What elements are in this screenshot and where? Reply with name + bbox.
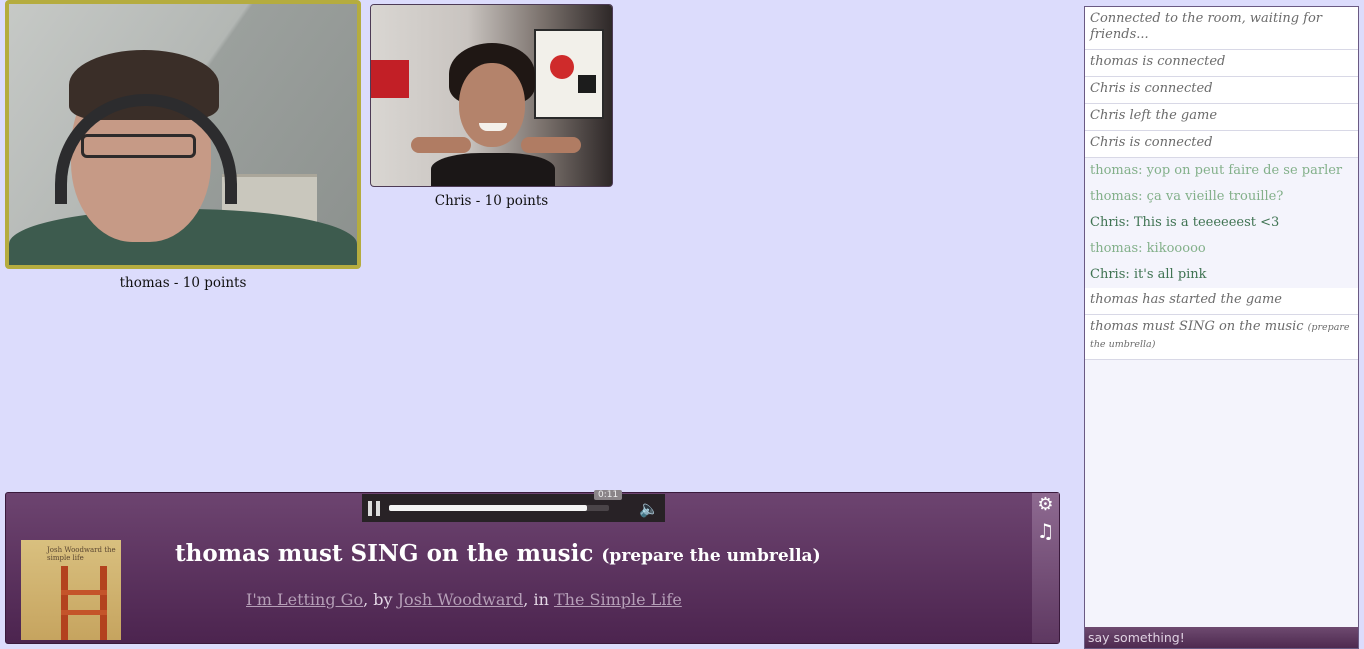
chat-message-text: thomas must SING on the music — [1090, 319, 1304, 334]
player-tile-chris: Chris - 10 points — [370, 4, 613, 209]
chat-message-text: Chris left the game — [1090, 108, 1218, 123]
album-link[interactable]: The Simple Life — [554, 590, 682, 609]
in-label: , in — [523, 590, 554, 609]
chat-message-text: Connected to the room, waiting for frien… — [1090, 11, 1323, 42]
gear-icon[interactable]: ⚙ — [1032, 494, 1059, 515]
artist-link[interactable]: Josh Woodward — [398, 590, 524, 609]
chat-input[interactable] — [1085, 627, 1358, 648]
challenge-title: thomas must SING on the music (prepare t… — [175, 540, 821, 567]
chat-panel: Connected to the room, waiting for frien… — [1084, 6, 1359, 649]
current-time: 0:11 — [594, 490, 623, 500]
album-cover: Josh Woodward the simple life — [21, 540, 121, 640]
chat-system-message: Connected to the room, waiting for frien… — [1085, 7, 1358, 50]
chat-message: thomas: yop on peut faire de se parler — [1085, 158, 1358, 184]
audio-player: 0:11 🔈 — [362, 490, 665, 522]
challenge-hint: (prepare the umbrella) — [601, 546, 821, 566]
chat-message-text: Chris is connected — [1090, 81, 1213, 96]
chat-message-text: thomas: ça va vieille trouille? — [1090, 189, 1284, 204]
chat-system-message: thomas is connected — [1085, 50, 1358, 77]
chat-message-text: thomas is connected — [1090, 54, 1226, 69]
chat-message: thomas: kikooooo — [1085, 236, 1358, 262]
chat-message-text: thomas: kikooooo — [1090, 241, 1206, 256]
music-note-icon[interactable]: ♫ — [1032, 519, 1059, 543]
chat-message-text: Chris: it's all pink — [1090, 267, 1207, 282]
chat-message-text: Chris is connected — [1090, 135, 1213, 150]
music-bar: 0:11 🔈 ⚙ ♫ Josh Woodward the simple life… — [5, 490, 1060, 644]
chat-system-message: thomas has started the game — [1085, 288, 1358, 315]
chat-message-text: Chris: This is a teeeeeest <3 — [1090, 215, 1280, 230]
player-tile-thomas: thomas - 10 points — [5, 0, 361, 291]
progress-fill — [389, 505, 587, 511]
challenge-text: thomas must SING on the music — [175, 540, 594, 567]
chat-log: Connected to the room, waiting for frien… — [1085, 7, 1358, 360]
album-cover-text: Josh Woodward the simple life — [47, 546, 116, 562]
webcam-video-chris — [370, 4, 613, 187]
side-toolbar: ⚙ ♫ — [1032, 493, 1059, 643]
chat-message: thomas: ça va vieille trouille? — [1085, 184, 1358, 210]
chat-message: Chris: it's all pink — [1085, 262, 1358, 288]
by-label: , by — [363, 590, 398, 609]
chat-system-message: Chris is connected — [1085, 131, 1358, 158]
track-link[interactable]: I'm Letting Go — [246, 590, 363, 609]
chat-system-message: Chris left the game — [1085, 104, 1358, 131]
volume-icon[interactable]: 🔈 — [639, 499, 659, 518]
webcam-video-thomas — [5, 0, 361, 269]
track-info: I'm Letting Go, by Josh Woodward, in The… — [246, 590, 682, 609]
progress-slider[interactable] — [389, 505, 609, 511]
pause-button[interactable] — [368, 501, 382, 516]
player-score-thomas: thomas - 10 points — [119, 275, 247, 291]
chat-message: Chris: This is a teeeeeest <3 — [1085, 210, 1358, 236]
player-score-chris: Chris - 10 points — [434, 193, 549, 209]
chat-system-message: Chris is connected — [1085, 77, 1358, 104]
chat-message-text: thomas: yop on peut faire de se parler — [1090, 163, 1343, 178]
chat-system-message: thomas must SING on the music (prepare t… — [1085, 315, 1358, 360]
chat-message-text: thomas has started the game — [1090, 292, 1282, 307]
